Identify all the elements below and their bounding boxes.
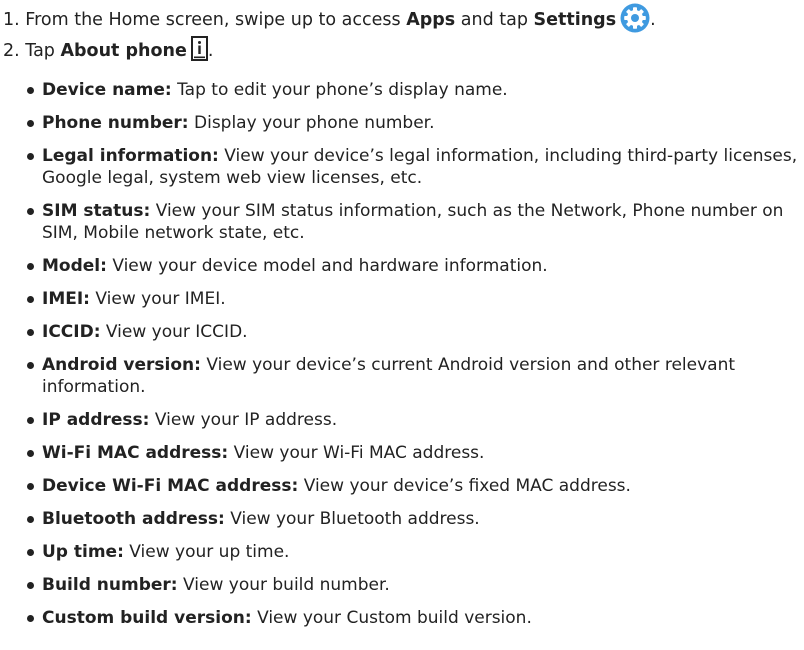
- settings-term: Settings: [533, 10, 617, 30]
- item-description: View your Wi-Fi MAC address.: [233, 443, 485, 463]
- list-item: Legal information: View your device’s le…: [24, 145, 799, 189]
- list-item: Device Wi-Fi MAC address: View your devi…: [24, 475, 799, 497]
- step-1-text-b: and tap: [455, 10, 534, 30]
- item-description: Tap to edit your phone’s display name.: [177, 80, 508, 100]
- item-description: Display your phone number.: [194, 113, 435, 133]
- list-item: Model: View your device model and hardwa…: [24, 255, 799, 277]
- about-phone-term: About phone: [60, 41, 187, 61]
- list-item: Custom build version: View your Custom b…: [24, 607, 799, 629]
- item-term: Build number:: [42, 575, 178, 595]
- about-phone-info-icon: [190, 36, 208, 61]
- item-description: View your IMEI.: [95, 289, 226, 309]
- list-item: Android version: View your device’s curr…: [24, 354, 799, 398]
- item-term: IP address:: [42, 410, 150, 430]
- about-phone-items-list: Device name: Tap to edit your phone’s di…: [24, 79, 799, 640]
- item-term: Wi-Fi MAC address:: [42, 443, 229, 463]
- item-term: Model:: [42, 256, 107, 276]
- apps-term: Apps: [406, 10, 456, 30]
- step-2-text-a: Tap: [25, 41, 61, 61]
- list-item: Device name: Tap to edit your phone’s di…: [24, 79, 799, 101]
- list-item: Bluetooth address: View your Bluetooth a…: [24, 508, 799, 530]
- item-term: IMEI:: [42, 289, 90, 309]
- item-description: View your device model and hardware info…: [112, 256, 548, 276]
- list-item: Build number: View your build number.: [24, 574, 799, 596]
- item-description: View your up time.: [129, 542, 290, 562]
- step-1-text-a: From the Home screen, swipe up to access: [25, 10, 407, 30]
- list-item: Phone number: Display your phone number.: [24, 112, 799, 134]
- item-term: Device name:: [42, 80, 172, 100]
- list-item: Up time: View your up time.: [24, 541, 799, 563]
- item-term: Custom build version:: [42, 608, 252, 628]
- list-item: IP address: View your IP address.: [24, 409, 799, 431]
- list-item: ICCID: View your ICCID.: [24, 321, 799, 343]
- item-description: View your Bluetooth address.: [230, 509, 480, 529]
- document-page: 1. From the Home screen, swipe up to acc…: [0, 0, 804, 650]
- list-item: SIM status: View your SIM status informa…: [24, 200, 799, 244]
- item-term: Up time:: [42, 542, 124, 562]
- item-description: View your ICCID.: [105, 322, 248, 342]
- item-description: View your SIM status information, such a…: [42, 201, 784, 243]
- list-item: Wi-Fi MAC address: View your Wi-Fi MAC a…: [24, 442, 799, 464]
- item-term: Device Wi-Fi MAC address:: [42, 476, 299, 496]
- step-1-tail: .: [650, 10, 656, 30]
- step-2-number: 2.: [3, 41, 20, 61]
- item-description: View your build number.: [183, 575, 390, 595]
- item-term: Phone number:: [42, 113, 189, 133]
- item-description: View your device’s fixed MAC address.: [303, 476, 631, 496]
- item-term: Android version:: [42, 355, 201, 375]
- step-2: 2. Tap About phone .: [3, 36, 213, 63]
- list-item: IMEI: View your IMEI.: [24, 288, 799, 310]
- item-term: SIM status:: [42, 201, 151, 221]
- step-2-tail: .: [207, 41, 214, 61]
- item-term: ICCID:: [42, 322, 101, 342]
- settings-gear-icon: [620, 3, 650, 33]
- item-description: View your IP address.: [154, 410, 338, 430]
- item-term: Legal information:: [42, 146, 219, 166]
- item-term: Bluetooth address:: [42, 509, 225, 529]
- step-1-number: 1.: [3, 10, 20, 30]
- item-description: View your Custom build version.: [257, 608, 532, 628]
- step-1: 1. From the Home screen, swipe up to acc…: [3, 3, 656, 33]
